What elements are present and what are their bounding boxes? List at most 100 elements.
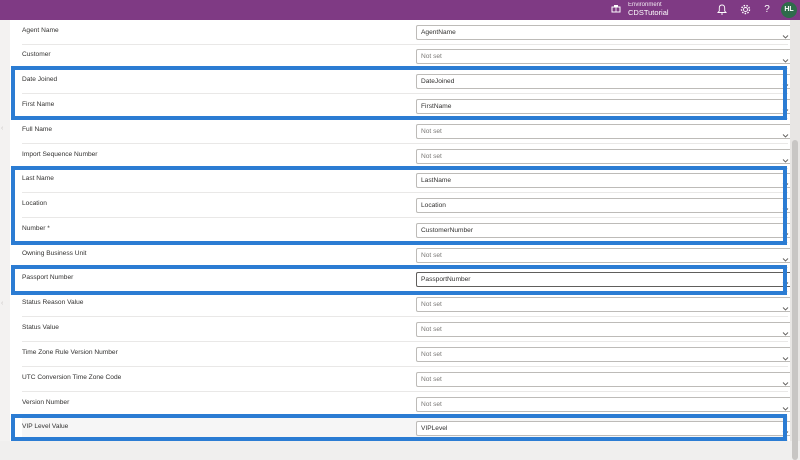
field-label: Location <box>22 200 47 207</box>
field-mapping-dropdown[interactable]: Not set <box>416 49 794 64</box>
chevron-down-icon <box>781 127 790 138</box>
field-mapping-dropdown[interactable]: AgentName <box>416 25 794 40</box>
field-label: Owning Business Unit <box>22 250 87 257</box>
field-mapping-dropdown[interactable]: Not set <box>416 124 794 139</box>
field-row: Passport Number PassportNumber <box>22 267 794 292</box>
dropdown-value: Not set <box>421 351 442 358</box>
field-row: Customer Not set <box>22 44 794 69</box>
avatar[interactable]: HL <box>781 2 797 18</box>
field-label: Status Value <box>22 324 59 331</box>
field-label: VIP Level Value <box>22 423 69 430</box>
field-mapping-panel: Agent Name AgentName Customer Not set Date J… <box>10 20 794 441</box>
field-label: Date Joined <box>22 76 58 83</box>
vertical-scrollbar[interactable] <box>790 20 800 460</box>
chevron-down-icon <box>781 424 790 435</box>
help-icon[interactable]: ? <box>761 4 773 16</box>
field-label: UTC Conversion Time Zone Code <box>22 374 122 381</box>
field-mapping-dropdown[interactable]: Not set <box>416 322 794 337</box>
field-label: Passport Number <box>22 274 74 281</box>
field-row: UTC Conversion Time Zone Code Not set <box>22 367 794 392</box>
field-mapping-dropdown[interactable]: Not set <box>416 248 794 263</box>
field-label: First Name <box>22 101 55 108</box>
field-label: Import Sequence Number <box>22 151 98 158</box>
dropdown-value: DateJoined <box>421 78 455 85</box>
field-label: Agent Name <box>22 27 59 34</box>
field-row: First Name FirstName <box>22 94 794 119</box>
field-row: Number * CustomerNumber <box>22 218 794 243</box>
dropdown-value: Not set <box>421 376 442 383</box>
rail-chevron-icon: ‹ <box>1 125 4 132</box>
field-mapping-dropdown[interactable]: FirstName <box>416 99 794 114</box>
field-mapping-dropdown[interactable]: Not set <box>416 297 794 312</box>
dropdown-value: AgentName <box>421 29 456 36</box>
dropdown-value: PassportNumber <box>421 276 471 283</box>
field-mapping-dropdown[interactable]: LastName <box>416 173 794 188</box>
top-bar: Environment CDSTutorial ? HL <box>0 0 800 20</box>
chevron-down-icon <box>781 152 790 163</box>
field-mapping-dropdown[interactable]: Not set <box>416 149 794 164</box>
dropdown-value: LastName <box>421 177 452 184</box>
field-row: Location Location <box>22 193 794 218</box>
dropdown-value: Not set <box>421 128 442 135</box>
field-row: Agent Name AgentName <box>22 20 794 45</box>
field-label: Full Name <box>22 126 53 133</box>
chevron-down-icon <box>781 350 790 361</box>
dropdown-value: FirstName <box>421 103 452 110</box>
field-label: Last Name <box>22 175 54 182</box>
field-mapping-dropdown[interactable]: DateJoined <box>416 74 794 89</box>
field-mapping-dropdown[interactable]: Not set <box>416 347 794 362</box>
dropdown-value: VIPLevel <box>421 425 448 432</box>
field-row: Last Name LastName <box>22 168 794 193</box>
field-label: Customer <box>22 51 51 58</box>
bell-icon[interactable] <box>716 4 728 16</box>
field-row: Status Reason Value Not set <box>22 292 794 317</box>
field-mapping-dropdown[interactable]: CustomerNumber <box>416 223 794 238</box>
dropdown-value: Not set <box>421 401 442 408</box>
field-row: Date Joined DateJoined <box>22 69 794 94</box>
dropdown-value: Not set <box>421 153 442 160</box>
left-rail: ‹ ‹ <box>0 20 10 441</box>
chevron-down-icon <box>781 325 790 336</box>
field-row: Owning Business Unit Not set <box>22 243 794 268</box>
field-mapping-dropdown[interactable]: VIPLevel <box>416 421 794 436</box>
field-label: Version Number <box>22 399 70 406</box>
chevron-down-icon <box>781 77 790 88</box>
field-mapping-dropdown[interactable]: PassportNumber <box>416 272 794 287</box>
field-label: Status Reason Value <box>22 299 84 306</box>
chevron-down-icon <box>781 300 790 311</box>
chevron-down-icon <box>781 226 790 237</box>
field-row: Status Value Not set <box>22 317 794 342</box>
dropdown-value: Not set <box>421 326 442 333</box>
dropdown-value: Not set <box>421 301 442 308</box>
environment-name: CDSTutorial <box>628 8 669 17</box>
field-row: Full Name Not set <box>22 119 794 144</box>
field-mapping-dropdown[interactable]: Not set <box>416 372 794 387</box>
field-mapping-dropdown[interactable]: Location <box>416 198 794 213</box>
field-label: Number * <box>22 225 50 232</box>
environment-icon <box>610 3 622 15</box>
field-row: VIP Level Value VIPLevel <box>22 416 794 441</box>
field-row: Time Zone Rule Version Number Not set <box>22 342 794 367</box>
chevron-down-icon <box>781 251 790 262</box>
environment-label: Environment <box>628 2 662 8</box>
environment-switcher[interactable]: Environment CDSTutorial <box>610 1 669 17</box>
dropdown-value: Not set <box>421 252 442 259</box>
chevron-down-icon <box>781 375 790 386</box>
chevron-down-icon <box>781 400 790 411</box>
dropdown-value: Not set <box>421 53 442 60</box>
field-mapping-dropdown[interactable]: Not set <box>416 397 794 412</box>
chevron-down-icon <box>781 275 790 286</box>
field-row: Import Sequence Number Not set <box>22 144 794 169</box>
rail-chevron-icon: ‹ <box>1 300 4 307</box>
chevron-down-icon <box>781 28 790 39</box>
chevron-down-icon <box>781 201 790 212</box>
dropdown-value: CustomerNumber <box>421 227 474 234</box>
chevron-down-icon <box>781 102 790 113</box>
dropdown-value: Location <box>421 202 446 209</box>
field-row: Version Number Not set <box>22 392 794 417</box>
gear-icon[interactable] <box>739 4 751 16</box>
scrollbar-thumb[interactable] <box>792 140 798 460</box>
chevron-down-icon <box>781 52 790 63</box>
field-label: Time Zone Rule Version Number <box>22 349 118 356</box>
chevron-down-icon <box>781 176 790 187</box>
